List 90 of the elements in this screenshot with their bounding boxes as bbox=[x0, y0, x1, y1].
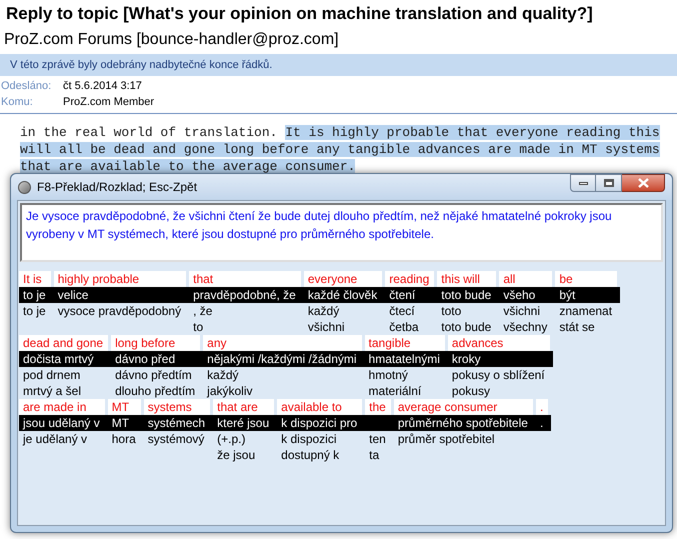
alternative-translation[interactable]: to bbox=[193, 319, 296, 335]
source-phrase: long before bbox=[111, 335, 200, 351]
primary-translation[interactable]: být bbox=[555, 287, 620, 303]
primary-translation[interactable]: průměrného spotřebitele bbox=[394, 415, 536, 431]
source-phrase: advances bbox=[448, 335, 550, 351]
alternative-translation[interactable]: je udělaný v bbox=[23, 431, 100, 447]
source-phrase: reading bbox=[385, 271, 434, 287]
alternative-translation[interactable]: dávno předtím bbox=[115, 367, 196, 383]
primary-translation[interactable]: MT bbox=[108, 415, 144, 431]
source-phrase: all bbox=[499, 271, 552, 287]
alternative-translation[interactable]: toto bbox=[441, 303, 492, 319]
source-phrase: MT bbox=[108, 399, 141, 415]
alternative-translation[interactable]: systémový bbox=[148, 431, 206, 447]
alternative-translation[interactable]: každý bbox=[308, 303, 378, 319]
alternative-translation[interactable]: všechny bbox=[503, 319, 548, 335]
alternative-translation[interactable]: pod drnem bbox=[23, 367, 104, 383]
source-phrase: be bbox=[555, 271, 618, 287]
alternative-translation[interactable]: k dispozici bbox=[281, 431, 358, 447]
primary-translation[interactable]: nějakými /každými /žádnými bbox=[203, 351, 365, 367]
primary-translation[interactable]: které jsou bbox=[213, 415, 278, 431]
maximize-button[interactable] bbox=[596, 174, 622, 192]
field-value: čt 5.6.2014 3:17 bbox=[63, 78, 142, 94]
primary-translation[interactable]: toto bude bbox=[437, 287, 500, 303]
alternative-translation[interactable]: dostupný k bbox=[281, 447, 358, 463]
field-value: ProZ.com Member bbox=[63, 94, 154, 110]
window-title: F8-Překlad/Rozklad; Esc-Zpět bbox=[37, 179, 198, 196]
alternative-translation[interactable]: (+.p.) bbox=[217, 431, 270, 447]
primary-translation[interactable]: všeho bbox=[499, 287, 556, 303]
alternative-translation[interactable]: četba bbox=[389, 319, 430, 335]
alternative-translation[interactable]: pokusy o sblížení bbox=[452, 367, 545, 383]
alternative-translation[interactable]: , že bbox=[193, 303, 296, 319]
window-icon bbox=[18, 180, 31, 194]
source-phrase: any bbox=[203, 335, 362, 351]
primary-translation[interactable]: dočista mrtvý bbox=[19, 351, 112, 367]
minimize-button[interactable] bbox=[570, 174, 596, 192]
primary-translation[interactable]: každé člověk bbox=[304, 287, 386, 303]
alternative-translation[interactable]: každý bbox=[207, 367, 357, 383]
source-phrase: dead and gone bbox=[19, 335, 108, 351]
email-sender: ProZ.com Forums [bounce-handler@proz.com] bbox=[3, 30, 340, 50]
alternative-translation[interactable]: že jsou bbox=[217, 447, 270, 463]
primary-translation[interactable]: velice bbox=[54, 287, 190, 303]
alternative-translation[interactable]: ten bbox=[369, 431, 386, 447]
primary-translation[interactable]: čtení bbox=[385, 287, 438, 303]
alternative-translation[interactable]: jakýkoliv bbox=[207, 383, 357, 399]
alternative-translation[interactable]: toto bude bbox=[441, 319, 492, 335]
source-phrase: this will bbox=[437, 271, 496, 287]
alternative-translation[interactable]: stát se bbox=[559, 319, 612, 335]
source-phrase: tangible bbox=[364, 335, 445, 351]
source-phrase: It is bbox=[19, 271, 51, 287]
alternative-translation[interactable]: dlouho předtím bbox=[115, 383, 196, 399]
source-phrase: everyone bbox=[304, 271, 382, 287]
primary-translation[interactable]: pravděpodobné, že bbox=[189, 287, 304, 303]
alternative-translation[interactable]: mrtvý a šel bbox=[23, 383, 104, 399]
primary-translation[interactable]: hmatatelnými bbox=[364, 351, 448, 367]
primary-translation[interactable]: kroky bbox=[448, 351, 553, 367]
alternative-translation[interactable]: čtecí bbox=[389, 303, 430, 319]
source-phrase: available to bbox=[277, 399, 362, 415]
source-phrase: that are bbox=[213, 399, 274, 415]
source-phrase: that bbox=[189, 271, 301, 287]
body-line: in the real world of translation. It is highly probable that everyone reading this bbox=[20, 124, 661, 141]
source-phrase: average consumer bbox=[394, 399, 533, 415]
primary-translation[interactable]: jsou udělaný v bbox=[19, 415, 108, 431]
field-label: Odesláno: bbox=[0, 78, 52, 94]
primary-translation[interactable]: systémech bbox=[144, 415, 214, 431]
primary-translation[interactable]: . bbox=[536, 415, 552, 431]
translation-field[interactable]: Je vysoce pravděpodobné, že všichni čtení že bude dutej dlouho předtím, než nějaké hmatatelné pokroky jsou vyrobeny v MT systémech, které jsou dostupné pro průměrného spotřebitele. bbox=[20, 203, 663, 262]
alternative-translation[interactable]: hora bbox=[112, 431, 136, 447]
alternative-translation[interactable]: hmotný bbox=[368, 367, 440, 383]
source-phrase: systems bbox=[144, 399, 210, 415]
primary-translation[interactable]: k dispozici pro bbox=[277, 415, 366, 431]
alternative-translation[interactable]: průměr spotřebitel bbox=[398, 431, 528, 447]
alternative-translation[interactable]: všichni bbox=[503, 303, 548, 319]
alternative-translation[interactable]: znamenat bbox=[559, 303, 612, 319]
info-bar: V této zprávě byly odebrány nadbytečné konce řádků. bbox=[0, 54, 677, 76]
primary-translation[interactable]: dávno před bbox=[111, 351, 204, 367]
alternative-translation[interactable]: materiální bbox=[368, 383, 440, 399]
alternative-translation[interactable]: vysoce pravděpodobný bbox=[58, 303, 182, 319]
alternative-translation[interactable]: všichni bbox=[308, 319, 378, 335]
source-phrase: highly probable bbox=[54, 271, 186, 287]
close-icon bbox=[638, 178, 648, 188]
source-phrase: . bbox=[536, 399, 548, 415]
email-subject: Reply to topic [What's your opinion on machine translation and quality?] bbox=[5, 3, 594, 25]
source-phrase: are made in bbox=[19, 399, 105, 415]
alternative-translation[interactable]: ta bbox=[369, 447, 386, 463]
alternative-translation[interactable]: pokusy bbox=[452, 383, 545, 399]
primary-translation[interactable]: to je bbox=[19, 287, 54, 303]
close-button[interactable] bbox=[622, 174, 665, 192]
field-label: Komu: bbox=[0, 94, 34, 110]
alternative-translation[interactable]: to je bbox=[23, 303, 46, 319]
source-phrase: the bbox=[365, 399, 391, 415]
